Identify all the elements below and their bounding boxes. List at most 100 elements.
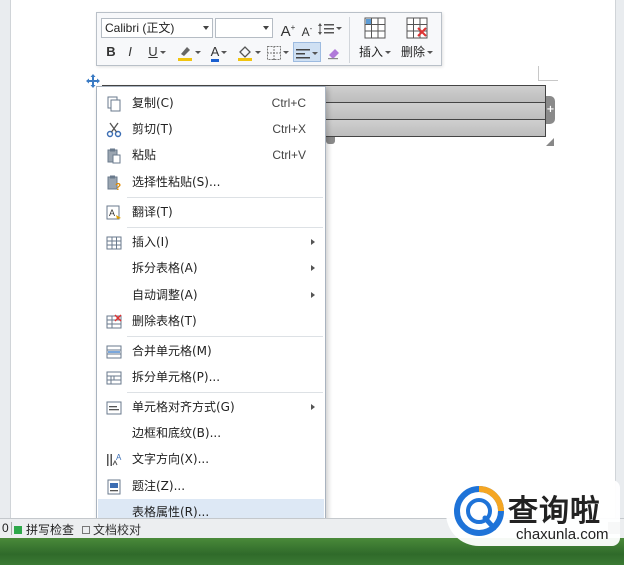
menu-item-paste[interactable]: 粘贴 Ctrl+V xyxy=(98,142,324,168)
status-divider xyxy=(11,522,12,535)
chevron-down-icon xyxy=(336,27,342,31)
format-painter-button[interactable] xyxy=(325,42,343,62)
underline-label: U xyxy=(148,44,158,59)
insert-button[interactable]: 插入 xyxy=(353,17,397,63)
menu-item-caption[interactable]: 题注(Z)... xyxy=(98,473,324,499)
menu-item-label: 文字方向(X)... xyxy=(132,452,210,466)
align-button[interactable] xyxy=(293,42,321,62)
menu-item-cut[interactable]: 剪切(T) Ctrl+X xyxy=(98,116,324,142)
scissors-icon xyxy=(106,121,122,138)
shrink-font-button[interactable]: A- xyxy=(299,19,315,39)
chevron-down-icon xyxy=(221,51,228,55)
svg-text:A: A xyxy=(116,453,122,462)
shrink-font-label: A xyxy=(301,25,310,39)
add-row-button[interactable] xyxy=(326,137,335,144)
menu-item-label: 合并单元格(M) xyxy=(132,344,212,358)
grow-font-icon: + xyxy=(290,23,296,32)
menu-item-label: 拆分单元格(P)... xyxy=(132,370,221,384)
underline-button[interactable]: U xyxy=(143,42,171,62)
menu-divider xyxy=(127,336,323,337)
menu-item-text-direction[interactable]: A 文字方向(X)... xyxy=(98,446,324,472)
font-name-select[interactable]: Calibri (正文) xyxy=(101,18,213,38)
menu-item-label: 拆分表格(A) xyxy=(132,261,198,275)
proofread-checkbox-icon xyxy=(82,526,90,534)
spell-check-status-icon xyxy=(14,526,22,534)
menu-item-insert[interactable]: 插入(I) xyxy=(98,229,324,255)
font-size-select[interactable] xyxy=(215,18,273,38)
menu-item-split-cells[interactable]: 拆分单元格(P)... xyxy=(98,364,324,390)
font-name-value: Calibri (正文) xyxy=(105,21,175,35)
watermark-logo: 查询啦 chaxunla.com xyxy=(446,480,620,546)
menu-item-label: 删除表格(T) xyxy=(132,314,197,328)
menu-item-shortcut: Ctrl+X xyxy=(272,122,306,136)
italic-button[interactable]: I xyxy=(123,42,137,62)
highlight-button[interactable] xyxy=(175,42,203,62)
caption-icon xyxy=(106,478,122,495)
menu-item-cell-alignment[interactable]: 单元格对齐方式(G) xyxy=(98,394,324,420)
merge-cells-icon xyxy=(106,343,122,359)
italic-label: I xyxy=(128,44,132,59)
menu-item-autofit[interactable]: 自动调整(A) xyxy=(98,282,324,308)
chevron-down-icon xyxy=(203,26,209,30)
paste-icon xyxy=(106,147,122,164)
paste-special-icon: ? xyxy=(106,174,122,193)
align-left-icon xyxy=(296,48,310,59)
font-color-label: A xyxy=(210,45,220,62)
shrink-font-icon: - xyxy=(309,24,313,33)
chevron-down-icon xyxy=(283,51,289,55)
proofread-button[interactable]: 文档校对 xyxy=(82,521,141,538)
chevron-down-icon xyxy=(195,51,201,55)
menu-item-label: 题注(Z)... xyxy=(132,479,186,493)
menu-item-label: 剪切(T) xyxy=(132,122,173,136)
context-menu: 复制(C) Ctrl+C 剪切(T) Ctrl+X 粘贴 Ctrl+V ? 选择… xyxy=(96,86,326,530)
chevron-right-icon xyxy=(311,265,315,271)
proofread-label: 文档校对 xyxy=(93,523,142,537)
grow-font-button[interactable]: A+ xyxy=(279,18,297,40)
chevron-down-icon xyxy=(427,51,433,54)
chevron-down-icon xyxy=(255,51,261,55)
eraser-icon xyxy=(328,48,339,59)
chevron-right-icon xyxy=(311,404,315,410)
shading-button[interactable] xyxy=(235,42,263,62)
font-color-button[interactable]: A xyxy=(205,42,233,62)
bold-button[interactable]: B xyxy=(103,42,119,62)
menu-item-label: 插入(I) xyxy=(132,235,169,249)
text-direction-icon: A xyxy=(106,451,122,467)
chevron-right-icon xyxy=(311,292,315,298)
toolbar-divider xyxy=(349,17,350,63)
menu-item-copy[interactable]: 复制(C) Ctrl+C xyxy=(98,90,324,116)
chevron-right-icon xyxy=(311,239,315,245)
status-count: 0 xyxy=(2,521,9,535)
watermark-chinese: 查询啦 xyxy=(508,494,601,529)
svg-text:A: A xyxy=(109,208,115,218)
menu-item-split-table[interactable]: 拆分表格(A) xyxy=(98,255,324,281)
add-column-button[interactable]: + xyxy=(546,96,555,124)
paint-bucket-icon xyxy=(238,45,252,61)
menu-item-delete-table[interactable]: 删除表格(T) xyxy=(98,308,324,334)
borders-button[interactable] xyxy=(265,42,291,62)
table-resize-icon[interactable] xyxy=(546,138,554,146)
magnifier-logo-icon xyxy=(452,484,508,540)
cell-align-icon xyxy=(106,399,122,415)
menu-item-label: 自动调整(A) xyxy=(132,288,198,302)
chevron-down-icon xyxy=(263,26,269,30)
menu-item-translate[interactable]: A 翻译(T) xyxy=(98,199,324,225)
spell-check-button[interactable]: 拼写检查 xyxy=(14,521,74,538)
insert-label: 插入 xyxy=(358,45,383,59)
menu-item-borders-shading[interactable]: 边框和底纹(B)... xyxy=(98,420,324,446)
menu-item-paste-special[interactable]: ? 选择性粘贴(S)... xyxy=(98,169,324,195)
menu-item-label: 粘贴 xyxy=(132,148,157,162)
margin-guide xyxy=(538,80,558,81)
menu-divider xyxy=(127,227,323,228)
delete-label: 删除 xyxy=(400,45,425,59)
menu-item-merge-cells[interactable]: 合并单元格(M) xyxy=(98,338,324,364)
menu-divider xyxy=(127,392,323,393)
menu-item-label: 单元格对齐方式(G) xyxy=(132,400,235,414)
delete-button[interactable]: 删除 xyxy=(395,17,439,63)
table-insert-icon xyxy=(364,17,386,39)
chevron-down-icon xyxy=(159,51,166,55)
menu-item-shortcut: Ctrl+V xyxy=(272,148,306,162)
line-spacing-button[interactable] xyxy=(317,18,343,38)
chevron-down-icon xyxy=(385,51,391,54)
floating-format-toolbar: Calibri (正文) A+ A- B I U A 插入 删除 xyxy=(96,12,442,66)
